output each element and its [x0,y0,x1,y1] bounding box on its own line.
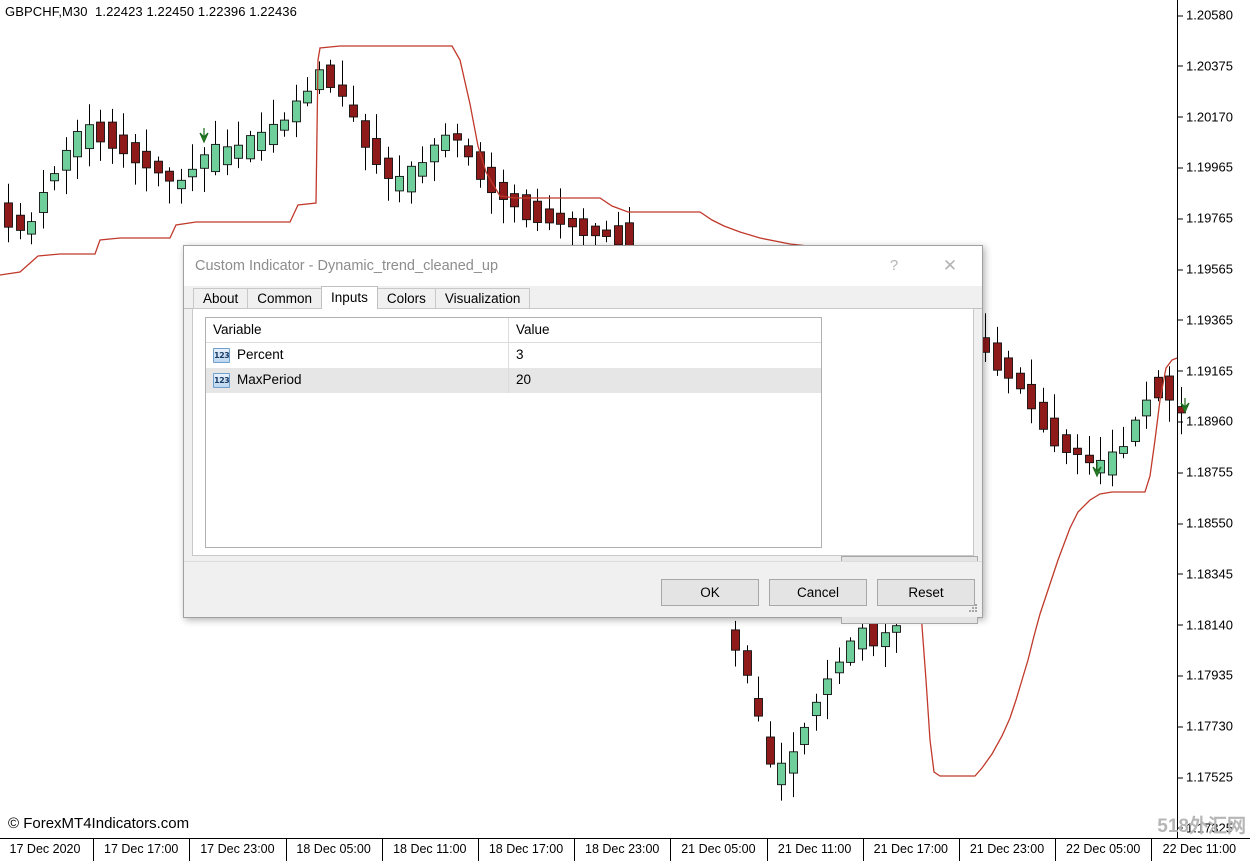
arrow-down-icon [199,128,209,144]
price-tick: 1.18345 [1178,566,1233,582]
close-icon[interactable]: ✕ [937,254,963,278]
column-header-value: Value [516,322,550,337]
tab-inputs[interactable]: Inputs [321,286,378,309]
help-icon[interactable]: ? [881,254,907,278]
time-tick: 17 Dec 23:00 [200,842,275,856]
time-tick: 17 Dec 17:00 [104,842,179,856]
price-tick: 1.17730 [1178,718,1233,734]
time-tick-separator [670,839,672,861]
inputs-panel: Variable Value 123 Percent 3 123 MaxPeriod 20… [192,308,978,624]
time-tick-separator [478,839,479,861]
tab-about[interactable]: About [193,288,249,309]
time-tick: 21 Dec 11:00 [777,842,852,856]
time-tick: 17 Dec 2020 [9,842,81,856]
time-tick: 18 Dec 17:00 [488,842,564,856]
parameters-grid-header: Variable Value [206,318,821,343]
column-divider [508,343,509,368]
price-tick: 1.18755 [1178,464,1233,480]
table-row[interactable]: 123 MaxPeriod 20 [206,368,821,393]
parameters-grid[interactable]: Variable Value 123 Percent 3 123 MaxPeriod 20 [205,317,822,548]
column-divider[interactable] [508,318,509,342]
time-tick-separator [381,839,383,861]
dialog-tabs[interactable]: About Common Inputs Colors Visualization [184,286,982,309]
reset-button[interactable]: Reset [877,579,975,606]
dialog-titlebar[interactable]: Custom Indicator - Dynamic_trend_cleaned… [184,246,982,287]
price-tick: 1.19965 [1178,159,1233,175]
tab-visualization[interactable]: Visualization [434,288,531,309]
variable-name: MaxPeriod [237,372,302,387]
time-tick: 18 Dec 11:00 [393,842,467,856]
price-tick: 1.17935 [1178,667,1233,683]
time-tick: 22 Dec 11:00 [1162,842,1237,856]
numeric-type-icon: 123 [213,373,230,388]
time-tick-separator [189,839,191,861]
tab-common[interactable]: Common [247,288,323,309]
time-tick: 21 Dec 23:00 [969,842,1045,856]
variable-name: Percent [237,347,284,362]
ok-button[interactable]: OK [661,579,759,606]
table-row[interactable]: 123 Percent 3 [206,343,821,368]
tab-colors[interactable]: Colors [376,288,436,309]
time-tick: 21 Dec 17:00 [873,842,948,856]
price-tick: 1.19765 [1178,210,1233,226]
custom-indicator-dialog[interactable]: Custom Indicator - Dynamic_trend_cleaned… [183,245,983,624]
price-tick: 1.18140 [1178,617,1233,633]
price-tick: 1.19565 [1178,261,1233,277]
price-tick: 1.18550 [1178,515,1233,531]
time-tick-separator [574,839,576,861]
price-tick: 1.20375 [1178,58,1233,74]
time-tick: 22 Dec 05:00 [1066,842,1141,856]
price-tick: 1.19365 [1178,312,1233,328]
dialog-title: Custom Indicator - Dynamic_trend_cleaned… [195,258,499,274]
column-divider [508,368,509,393]
copyright-label: © ForexMT4Indicators.com [8,815,190,832]
time-tick: 18 Dec 23:00 [585,842,660,856]
price-tick: 1.20580 [1178,7,1233,23]
time-tick-separator [93,839,95,861]
variable-value[interactable]: 20 [516,372,531,387]
price-tick: 1.18960 [1178,413,1233,429]
price-tick: 1.17525 [1178,769,1233,785]
cancel-button[interactable]: Cancel [769,579,867,606]
variable-value[interactable]: 3 [516,347,524,362]
resize-grip-icon[interactable] [969,604,979,614]
time-axis[interactable]: 17 Dec 2020 17 Dec 17:00 17 Dec 23:00 18 De… [0,838,1250,861]
time-tick: 18 Dec 05:00 [296,842,371,856]
time-tick-separator [862,839,864,861]
price-tick: 1.19165 [1178,363,1233,379]
time-tick-separator [1055,839,1057,861]
numeric-type-icon: 123 [213,348,230,363]
time-tick-separator [1151,839,1153,861]
time-tick-separator [766,839,768,861]
site-watermark: 518外汇网 [1157,816,1246,837]
time-tick-separator [285,839,287,861]
time-tick-separator [959,839,960,861]
price-axis[interactable]: 1.20580 1.20375 1.20170 1.19965 1.19765 1.195… [1177,0,1250,838]
time-tick: 21 Dec 05:00 [681,842,756,856]
column-header-variable: Variable [213,322,262,337]
price-tick: 1.20170 [1178,109,1233,125]
